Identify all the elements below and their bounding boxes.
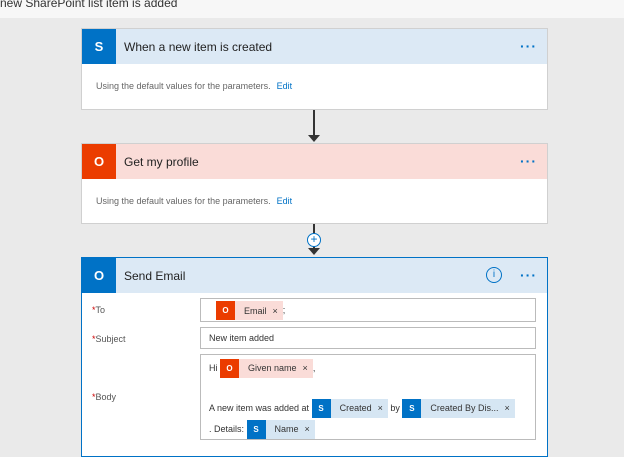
info-icon[interactable]: i [486,267,502,283]
step-title: When a new item is created [124,39,273,54]
step-send-email[interactable]: O Send Email i ··· *To O Email ×; *Subject… [81,257,548,457]
step-description: Using the default values for the paramet… [96,196,271,206]
created-token: S Created × [311,398,388,419]
remove-token-icon[interactable]: × [305,419,315,440]
body-field[interactable]: Hi O Given name ×, A new item was added at… [200,354,536,440]
office365-icon: O [82,144,116,179]
step-title: Get my profile [124,154,199,169]
remove-token-icon[interactable]: × [303,358,313,379]
sharepoint-icon: S [82,29,116,64]
given-name-token: O Given name × [220,358,313,379]
to-label: *To [92,305,106,315]
more-options-icon[interactable]: ··· [520,267,537,283]
arrow-down-icon [308,248,320,255]
outlook-icon: O [82,258,116,293]
flow-title: new SharePoint list item is added [0,0,624,18]
body-label: *Body [92,392,117,402]
sharepoint-icon: S [402,399,422,419]
sharepoint-icon: S [246,420,266,440]
remove-token-icon[interactable]: × [504,398,514,419]
more-options-icon[interactable]: ··· [520,153,537,169]
office365-icon: O [220,359,240,379]
step-get-profile[interactable]: O Get my profile ··· Using the default v… [81,143,548,224]
remove-token-icon[interactable]: × [378,398,388,419]
to-field[interactable]: O Email ×; [200,298,536,322]
email-token: O Email × [216,301,283,320]
step-title: Send Email [124,268,186,283]
subject-field[interactable]: New item added [200,327,536,349]
subject-label: *Subject [92,334,126,344]
name-token: S Name × [246,419,315,440]
more-options-icon[interactable]: ··· [520,38,537,54]
edit-link[interactable]: Edit [277,196,293,206]
connector-arrow [313,110,315,136]
step-description: Using the default values for the paramet… [96,81,271,91]
created-by-token: S Created By Dis... × [402,398,515,419]
edit-link[interactable]: Edit [277,81,293,91]
office365-icon: O [216,301,235,320]
add-step-button[interactable]: + [307,233,321,247]
step-trigger[interactable]: S When a new item is created ··· Using t… [81,28,548,110]
sharepoint-icon: S [311,399,331,419]
remove-token-icon[interactable]: × [273,306,283,316]
arrow-down-icon [308,135,320,142]
